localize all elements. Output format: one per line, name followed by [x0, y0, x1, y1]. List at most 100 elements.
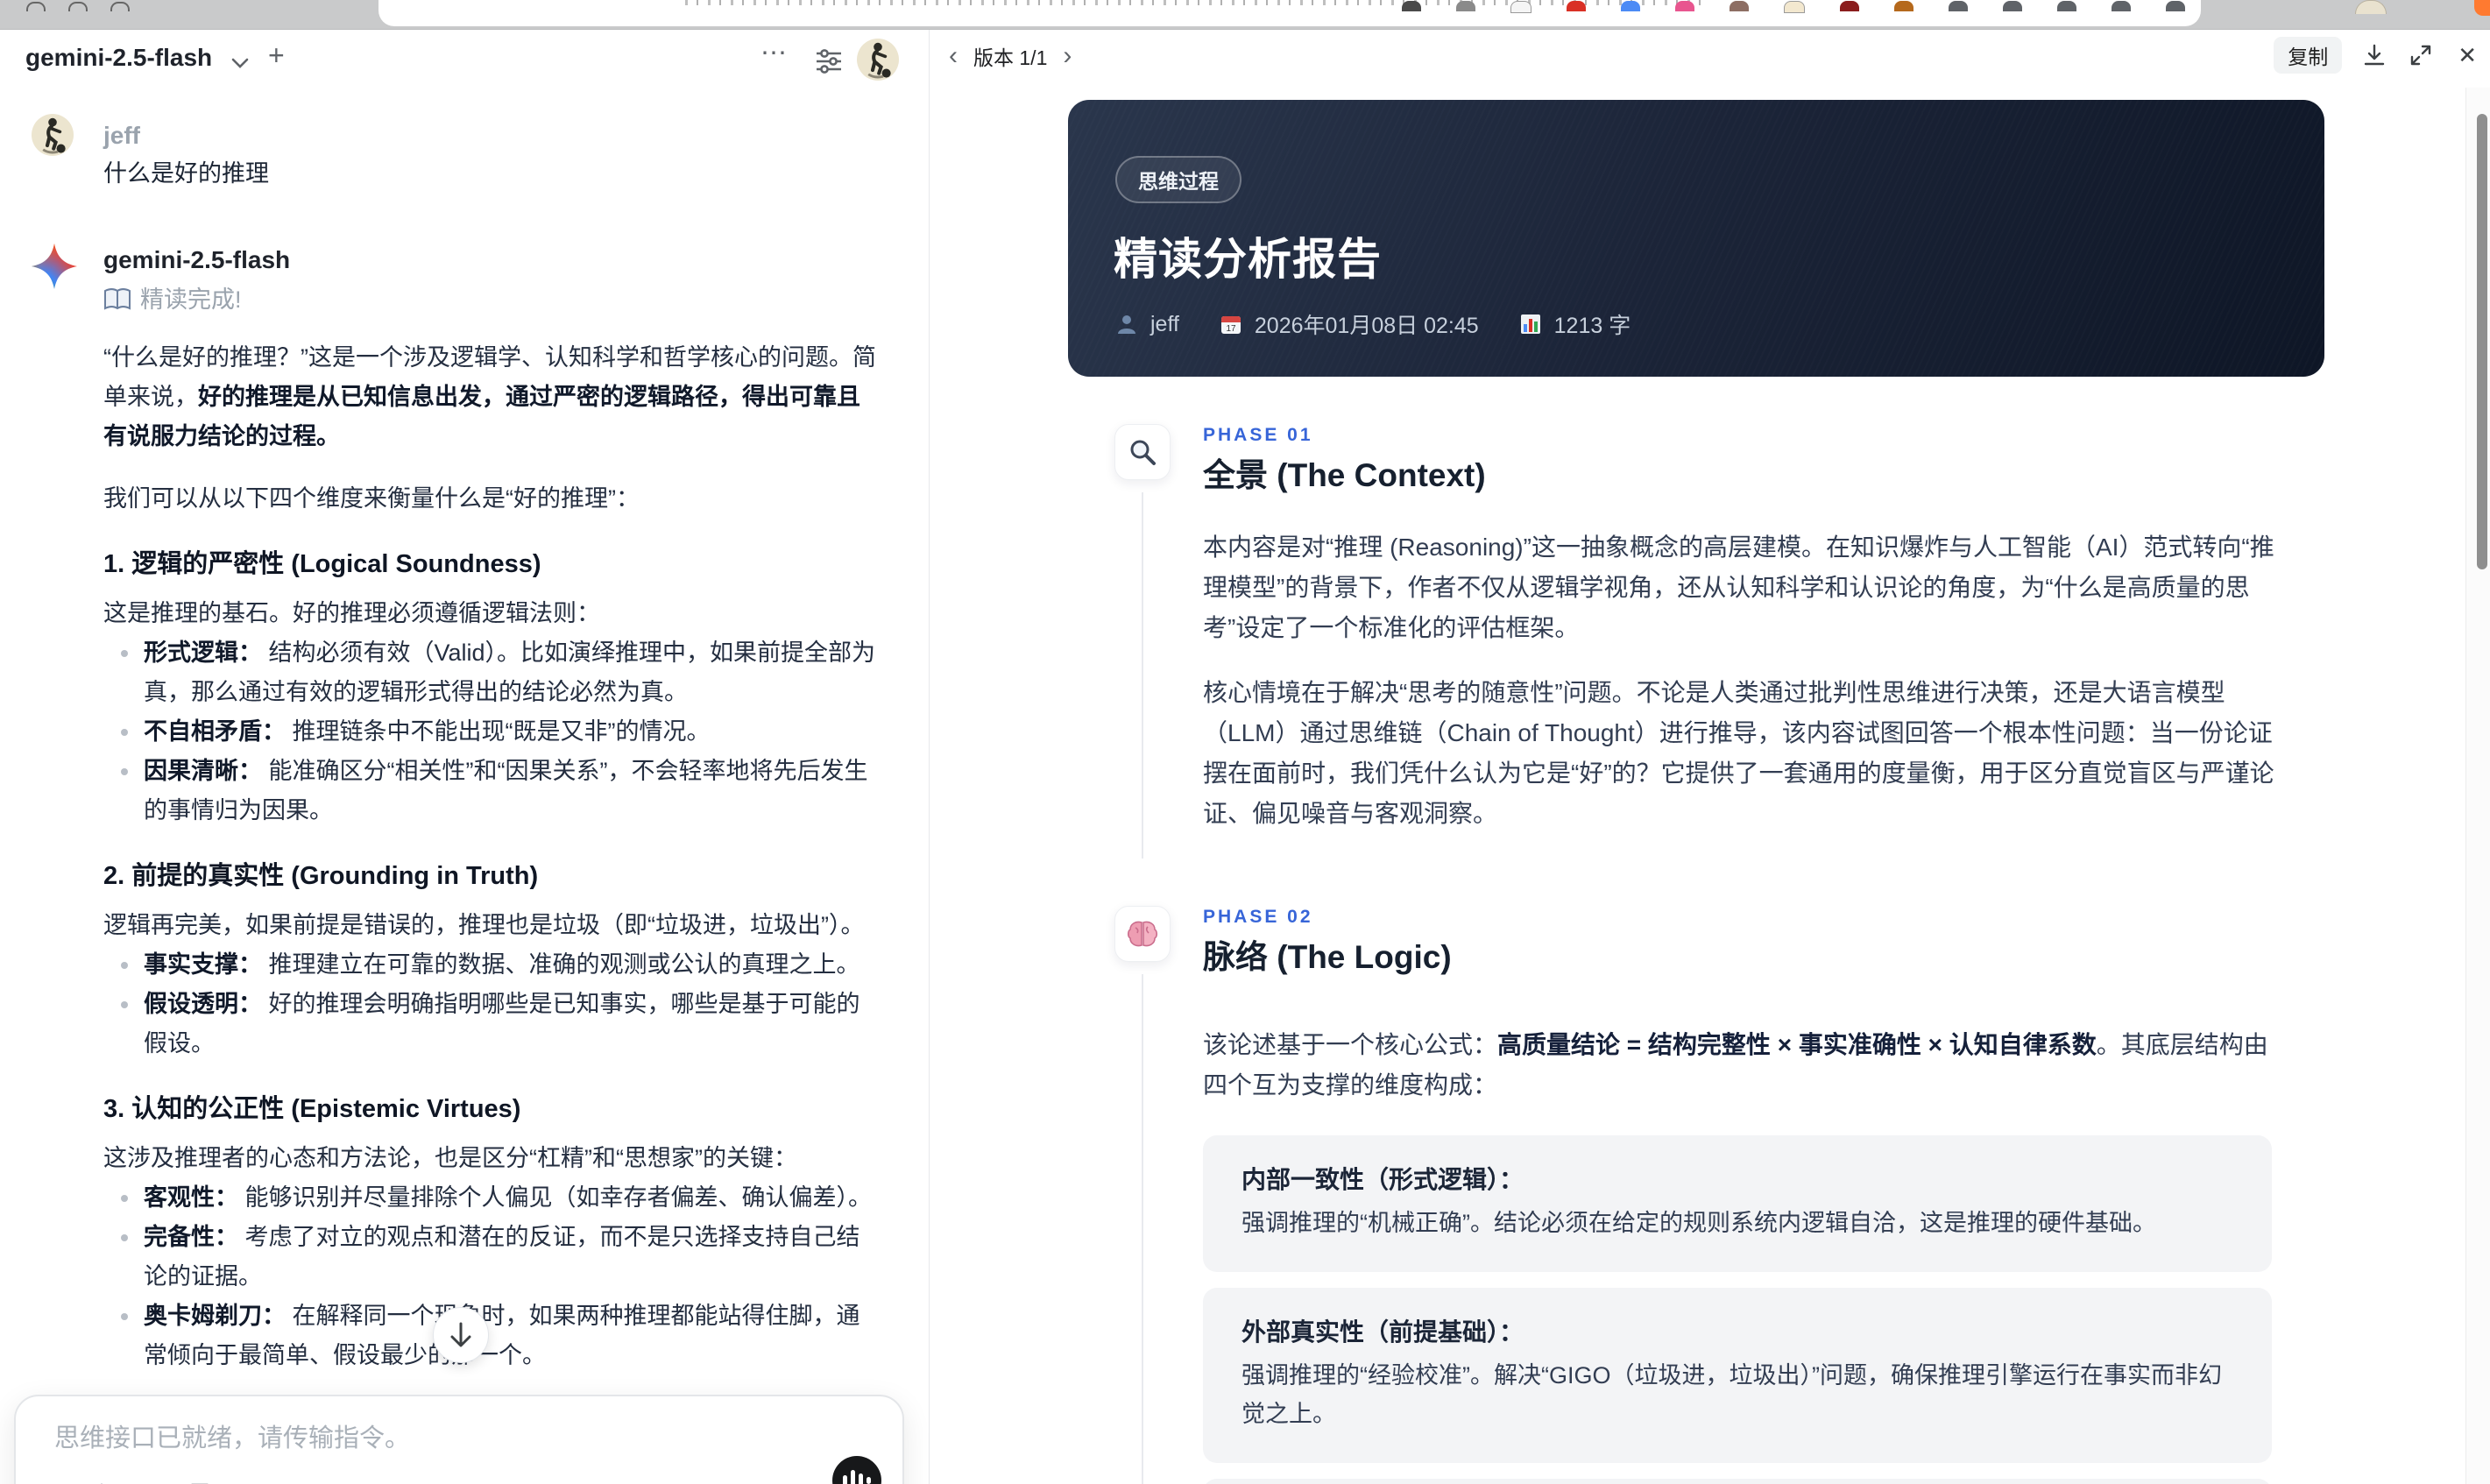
extension-icon[interactable]	[2003, 1, 2022, 11]
section-bullets: 事实支撑： 推理建立在可靠的数据、准确的观测或公认的真理之上。 假设透明： 好的…	[103, 945, 880, 1064]
chat-header: gemini-2.5-flash + ⋯	[0, 30, 929, 93]
arrow-down-icon	[448, 1321, 474, 1349]
section-lead: 这涉及推理者的心态和方法论，也是区分“杠精”和“思想家”的关键：	[103, 1145, 797, 1171]
dimension-card: 外部真实性（前提基础）： 强调推理的“经验校准”。解决“GIGO（垃圾进，垃圾出…	[1203, 1288, 2272, 1463]
chat-section: 3. 认知的公正性 (Epistemic Virtues) 这涉及推理者的心态和…	[103, 1092, 880, 1375]
card-title: 内部一致性（形式逻辑）：	[1241, 1166, 1524, 1193]
dimension-card: 内部一致性（形式逻辑）： 强调推理的“机械正确”。结论必须在给定的规则系统内逻辑…	[1203, 1135, 2272, 1272]
extension-icon[interactable]	[1784, 1, 1805, 13]
bullet-text: 推理链条中不能出现“既是又非”的情况。	[292, 718, 711, 745]
bullet-dot-icon	[121, 1001, 128, 1008]
waveform-icon	[843, 1475, 847, 1484]
section-lead: 这是推理的基石。好的推理必须遵循逻辑法则：	[103, 600, 600, 626]
extension-icon[interactable]	[1675, 1, 1694, 11]
intro-paragraph: “什么是好的推理？”这是一个涉及逻辑学、认知科学和哲学核心的问题。简单来说，好的…	[103, 338, 880, 456]
dimension-card: 主体伦理（认识美德）： 转向推理者的心理特征。引入奥卡姆剃刀和反向论证，旨在克服…	[1203, 1479, 2272, 1484]
phase-lead: 该论述基于一个核心公式：高质量结论 = 结构完整性 × 事实准确性 × 认知自律…	[1203, 1025, 2279, 1106]
artifact-panel: ‹ 版本 1/1 › 复制 ✕ 思维过程 精读分析报告 jeff 17 2026…	[929, 30, 2490, 1484]
bullet-label: 完备性：	[144, 1224, 238, 1250]
phase-title: 脉络 (The Logic)	[1203, 939, 1452, 975]
more-options-button[interactable]: ⋯	[755, 37, 795, 69]
phase-paragraph: 本内容是对“推理 (Reasoning)”这一抽象概念的高层建模。在知识爆炸与人…	[1203, 534, 2274, 641]
sparkle-tools-button[interactable]	[127, 1480, 160, 1484]
bullet-label: 形式逻辑：	[144, 640, 262, 666]
svg-text:17: 17	[1226, 324, 1236, 334]
bullet-dot-icon	[121, 729, 128, 736]
tune-settings-icon[interactable]	[813, 46, 845, 77]
brain-icon	[1114, 906, 1171, 962]
extension-icon[interactable]	[1730, 1, 1749, 11]
bullet-label: 因果清晰：	[144, 758, 262, 784]
screen: gemini-2.5-flash + ⋯ jeff 什么是好的推理 gemini…	[0, 0, 2490, 1484]
bold-text: 高质量结论 = 结构完整性 × 事实准确性 × 认知自律系数	[1497, 1031, 2097, 1058]
phase-title: 全景 (The Context)	[1203, 457, 1486, 493]
list-item: 客观性： 能够识别并尽量排除个人偏见（如幸存者偏差、确认偏差）。	[103, 1178, 880, 1218]
scrollbar-thumb[interactable]	[2477, 114, 2487, 569]
phase-kicker: PHASE 01	[1203, 425, 1313, 445]
section-heading: 1. 逻辑的严密性 (Logical Soundness)	[103, 550, 541, 578]
close-icon[interactable]: ✕	[2452, 42, 2482, 69]
bullet-label: 事实支撑：	[144, 951, 262, 978]
assistant-status: 精读完成!	[103, 282, 880, 317]
assistant-name: gemini-2.5-flash	[103, 246, 291, 273]
browser-extensions[interactable]	[1402, 1, 2185, 13]
extension-icon[interactable]	[1949, 1, 1968, 11]
artifact-toolbar: ‹ 版本 1/1 › 复制 ✕	[930, 30, 2490, 88]
download-icon[interactable]	[2359, 40, 2389, 70]
bookmark-button[interactable]	[185, 1480, 215, 1484]
version-label: 版本 1/1	[973, 46, 1048, 69]
scrollbar-track[interactable]	[2465, 88, 2490, 1484]
avatar[interactable]	[857, 39, 899, 81]
section-heading: 2. 前提的真实性 (Grounding in Truth)	[103, 862, 539, 890]
extension-icon[interactable]	[1510, 1, 1531, 13]
scroll-to-bottom-button[interactable]	[433, 1307, 489, 1363]
bullet-dot-icon	[121, 650, 128, 657]
book-icon	[103, 287, 131, 312]
extension-icon[interactable]	[1894, 1, 1913, 11]
artifact-content[interactable]: 思维过程 精读分析报告 jeff 17 2026年01月08日 02:45 12…	[930, 88, 2466, 1484]
next-version-button[interactable]: ›	[1059, 40, 1075, 72]
chat-panel: gemini-2.5-flash + ⋯ jeff 什么是好的推理 gemini…	[0, 30, 929, 1484]
browser-toolbar	[0, 0, 2490, 30]
section-heading: 3. 认知的公正性 (Epistemic Virtues)	[103, 1095, 521, 1123]
chat-section: 2. 前提的真实性 (Grounding in Truth) 逻辑再完美，如果前…	[103, 859, 880, 1064]
chevron-down-icon[interactable]	[230, 56, 251, 70]
report-author: jeff	[1150, 311, 1179, 336]
voice-input-button[interactable]	[832, 1456, 881, 1484]
section-lead: 逻辑再完美，如果前提是错误的，推理也是垃圾（即“垃圾进，垃圾出”）。	[103, 912, 865, 938]
extension-icon[interactable]	[2166, 1, 2185, 11]
user-name: jeff	[103, 122, 140, 149]
list-item: 因果清晰： 能准确区分“相关性”和“因果关系”，不会轻率地将先后发生的事情归为因…	[103, 752, 880, 830]
extension-icon[interactable]	[1402, 1, 1421, 11]
browser-profile-avatar[interactable]	[2355, 0, 2387, 14]
phase-section-2: PHASE 02 脉络 (The Logic) 该论述基于一个核心公式：高质量结…	[930, 906, 2466, 1484]
card-body: 强调推理的“机械正确”。结论必须在给定的规则系统内逻辑自洽，这是推理的硬件基础。	[1241, 1210, 2156, 1236]
browser-nav-icons[interactable]	[26, 2, 130, 11]
model-selector[interactable]: gemini-2.5-flash	[25, 44, 212, 72]
bullet-label: 奥卡姆剃刀：	[144, 1303, 286, 1329]
status-badge: 思维过程	[1115, 156, 1241, 203]
phase-section-1: PHASE 01 全景 (The Context) 本内容是对“推理 (Reas…	[930, 424, 2466, 859]
user-message: 什么是好的推理	[103, 160, 269, 187]
message-composer[interactable]: 思维接口已就绪，请传输指令。 +	[14, 1395, 904, 1484]
list-item: 不自相矛盾： 推理链条中不能出现“既是又非”的情况。	[103, 712, 880, 752]
assistant-message: “什么是好的推理？”这是一个涉及逻辑学、认知科学和哲学核心的问题。简单来说，好的…	[103, 338, 880, 1484]
bullet-text: 推理建立在可靠的数据、准确的观测或公认的真理之上。	[268, 951, 860, 978]
expand-icon[interactable]	[2407, 41, 2435, 69]
extension-icon[interactable]	[1621, 1, 1640, 11]
extension-icon[interactable]	[1840, 1, 1859, 11]
window-corner-decoration	[2474, 0, 2490, 16]
section-bullets: 客观性： 能够识别并尽量排除个人偏见（如幸存者偏差、确认偏差）。 完备性： 考虑…	[103, 1178, 880, 1375]
extension-icon[interactable]	[1567, 1, 1586, 11]
extension-icon[interactable]	[2112, 1, 2131, 11]
new-chat-button[interactable]: +	[263, 39, 290, 73]
extension-icon[interactable]	[2057, 1, 2076, 11]
report-datetime: 2026年01月08日 02:45	[1254, 314, 1479, 338]
timeline-connector	[1142, 492, 1143, 859]
copy-button[interactable]: 复制	[2274, 37, 2343, 74]
prev-version-button[interactable]: ‹	[945, 40, 961, 72]
list-item: 完备性： 考虑了对立的观点和潜在的反证，而不是只选择支持自己结论的证据。	[103, 1218, 880, 1297]
bold-text: 好的推理是从已知信息出发，通过严密的逻辑路径，得出可靠且有说服力结论的过程。	[103, 384, 860, 449]
chat-message-list[interactable]: jeff 什么是好的推理 gemini-2.5-flash 精读完成! “什么是…	[0, 93, 929, 1484]
extension-icon[interactable]	[1456, 1, 1475, 11]
